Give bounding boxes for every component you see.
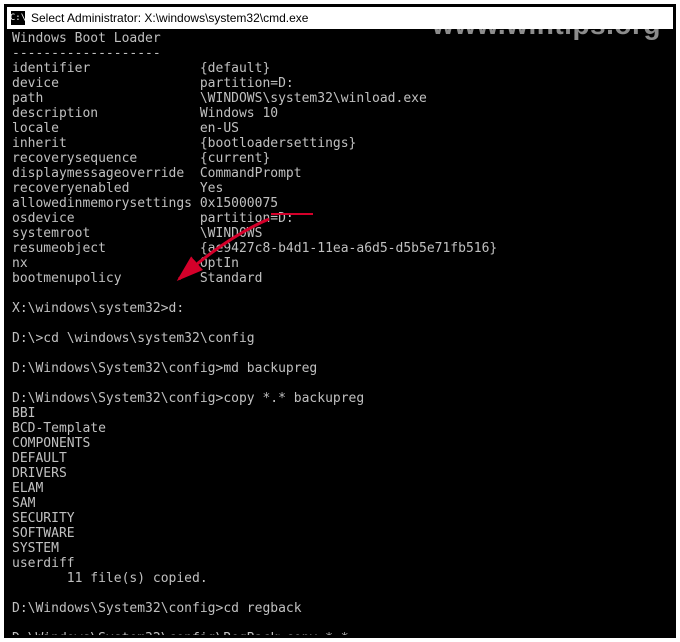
terminal-line: device partition=D: bbox=[12, 76, 668, 91]
terminal-line: X:\windows\system32>d: bbox=[12, 301, 668, 316]
terminal-line: SAM bbox=[12, 496, 668, 511]
terminal-line: SECURITY bbox=[12, 511, 668, 526]
terminal-line: BBI bbox=[12, 406, 668, 421]
terminal-line bbox=[12, 346, 668, 361]
terminal-line: SYSTEM bbox=[12, 541, 668, 556]
terminal-line bbox=[12, 586, 668, 601]
terminal-line: osdevice partition=D: bbox=[12, 211, 668, 226]
terminal-line: inherit {bootloadersettings} bbox=[12, 136, 668, 151]
terminal-line: D:\Windows\System32\config>copy *.* back… bbox=[12, 391, 668, 406]
terminal-line: displaymessageoverride CommandPrompt bbox=[12, 166, 668, 181]
terminal-line: path \WINDOWS\system32\winload.exe bbox=[12, 91, 668, 106]
terminal-line: bootmenupolicy Standard bbox=[12, 271, 668, 286]
terminal-line: systemroot \WINDOWS bbox=[12, 226, 668, 241]
terminal-output[interactable]: Windows Boot Loader-------------------id… bbox=[7, 29, 673, 635]
terminal-line: identifier {default} bbox=[12, 61, 668, 76]
terminal-line: DRIVERS bbox=[12, 466, 668, 481]
cmd-window: C:\ Select Administrator: X:\windows\sys… bbox=[4, 4, 676, 638]
cmd-sysmenu-icon[interactable]: C:\ bbox=[11, 11, 25, 25]
terminal-line bbox=[12, 376, 668, 391]
terminal-line: resumeobject {ae9427c8-b4d1-11ea-a6d5-d5… bbox=[12, 241, 668, 256]
terminal-line: SOFTWARE bbox=[12, 526, 668, 541]
terminal-line: D:\Windows\System32\config\RegBack>copy … bbox=[12, 631, 668, 635]
terminal-line: Windows Boot Loader bbox=[12, 31, 668, 46]
terminal-line: recoveryenabled Yes bbox=[12, 181, 668, 196]
terminal-line: recoverysequence {current} bbox=[12, 151, 668, 166]
terminal-line: ------------------- bbox=[12, 46, 668, 61]
terminal-line bbox=[12, 616, 668, 631]
terminal-line: ELAM bbox=[12, 481, 668, 496]
window-title: Select Administrator: X:\windows\system3… bbox=[31, 11, 308, 25]
terminal-line bbox=[12, 286, 668, 301]
terminal-line: userdiff bbox=[12, 556, 668, 571]
terminal-line: D:\>cd \windows\system32\config bbox=[12, 331, 668, 346]
terminal-line: locale en-US bbox=[12, 121, 668, 136]
titlebar[interactable]: C:\ Select Administrator: X:\windows\sys… bbox=[7, 7, 673, 29]
terminal-line: D:\Windows\System32\config>cd regback bbox=[12, 601, 668, 616]
terminal-line: allowedinmemorysettings 0x15000075 bbox=[12, 196, 668, 211]
terminal-line: DEFAULT bbox=[12, 451, 668, 466]
terminal-line bbox=[12, 316, 668, 331]
annotation-underline-osdevice bbox=[271, 213, 313, 215]
terminal-line: D:\Windows\System32\config>md backupreg bbox=[12, 361, 668, 376]
terminal-line: 11 file(s) copied. bbox=[12, 571, 668, 586]
terminal-line: description Windows 10 bbox=[12, 106, 668, 121]
terminal-line: nx OptIn bbox=[12, 256, 668, 271]
terminal-line: COMPONENTS bbox=[12, 436, 668, 451]
terminal-line: BCD-Template bbox=[12, 421, 668, 436]
